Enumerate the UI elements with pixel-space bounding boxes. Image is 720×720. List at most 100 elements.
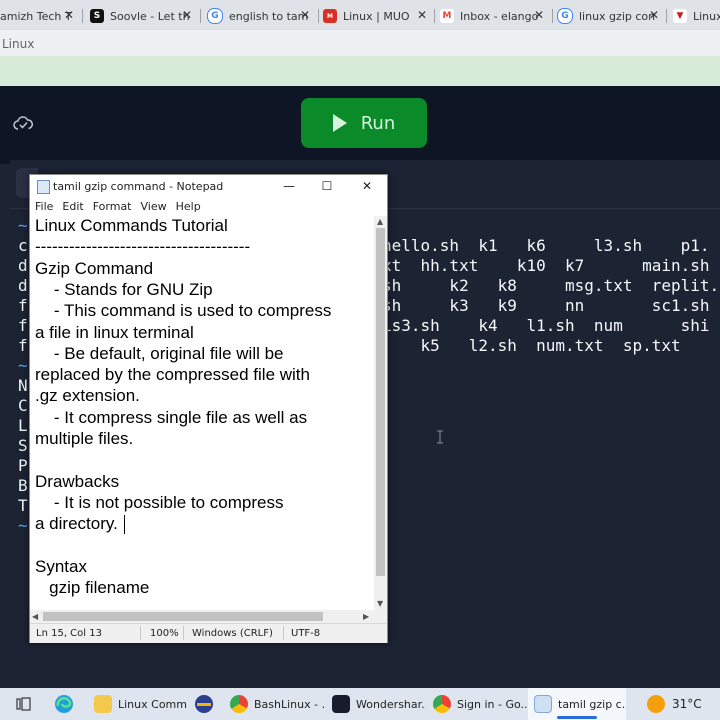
taskbar-item-file-explorer[interactable]: Linux Comm... (86, 688, 188, 720)
shell-line: d (18, 256, 28, 275)
browser-tab[interactable]: amizh Tech T ✕ (0, 4, 78, 28)
scroll-left-icon[interactable]: ◀ (32, 612, 38, 621)
shell-listing-line: k5 l2.sh num.txt sp.txt (382, 336, 681, 355)
minimize-icon: — (283, 179, 295, 193)
text-line: - It compress single file as well as (35, 407, 308, 427)
taskbar-label: Sign in - Go... (457, 697, 527, 711)
taskbar-label: Linux Comm... (118, 697, 188, 711)
taskbar-label: BashLinux - ... (254, 697, 324, 711)
run-label: Run (360, 112, 396, 134)
google-icon: G (557, 8, 573, 24)
menu-bar: File Edit Format View Help (30, 197, 387, 216)
menu-view[interactable]: View (141, 200, 167, 213)
scroll-up-icon[interactable]: ▲ (377, 217, 383, 226)
browser-tab[interactable]: ▼ Linux (673, 4, 720, 28)
line-ending: Windows (CRLF) (192, 628, 273, 639)
taskbar-item-notepad[interactable]: tamil gzip c... (528, 688, 626, 720)
status-bar: Ln 15, Col 13 100% Windows (CRLF) UTF-8 (30, 623, 387, 643)
taskbar-item-chrome-signin[interactable]: Sign in - Go... (427, 688, 527, 720)
taskbar-label: Wondershar... (356, 697, 426, 711)
menu-help[interactable]: Help (176, 200, 201, 213)
text-caret (124, 515, 125, 534)
text-line: gzip filename (35, 578, 150, 598)
tab-title: Inbox - elango (460, 9, 539, 23)
play-icon (332, 114, 347, 132)
vertical-scroll-thumb[interactable] (376, 228, 385, 576)
cloud-check-icon[interactable] (13, 115, 33, 133)
browser-tab[interactable]: M Inbox - elango ✕ (440, 4, 548, 28)
tab-title: Linux (693, 9, 720, 23)
shell-line: B (18, 476, 28, 495)
text-line: a directory. (35, 514, 118, 534)
close-button[interactable]: ✕ (348, 175, 386, 197)
browser-tab[interactable]: G linux gzip con ✕ (557, 4, 663, 28)
browser-tab[interactable]: S Soovle - Let th ✕ (90, 4, 196, 28)
wondershare-icon (332, 695, 350, 713)
edge-icon[interactable] (54, 694, 74, 714)
shell-line: L (18, 416, 28, 435)
text-line: replaced by the compressed file with (35, 365, 310, 385)
text-line: - It is not possible to compress (35, 492, 284, 512)
shell-line: ~ (18, 216, 28, 235)
resize-grip-icon[interactable] (374, 610, 387, 623)
close-icon[interactable]: ✕ (534, 8, 544, 22)
text-line: a file in linux terminal (35, 322, 194, 342)
encoding: UTF-8 (291, 628, 321, 639)
folder-icon (94, 695, 112, 713)
shell-listing-line: xt hh.txt k10 k7 main.sh (382, 256, 710, 275)
notepad-titlebar[interactable]: tamil gzip command - Notepad — ☐ ✕ (30, 175, 387, 197)
minimize-button[interactable]: — (270, 175, 308, 197)
menu-file[interactable]: File (35, 200, 53, 213)
cursor-position: Ln 15, Col 13 (36, 628, 102, 639)
run-button[interactable]: Run (301, 98, 427, 148)
text-editor-area[interactable]: Linux Commands Tutorial ----------------… (30, 216, 374, 610)
browser-tab[interactable]: M Linux | MUO ✕ (323, 4, 431, 28)
vertical-scrollbar[interactable]: ▲ ▼ (374, 216, 387, 610)
shell-line: d (18, 276, 28, 295)
close-icon: ✕ (361, 179, 373, 193)
taskbar-item-wondershare[interactable]: Wondershar... (326, 688, 426, 720)
shell-line: c (18, 236, 28, 255)
text-line: Linux Commands Tutorial (35, 216, 228, 235)
horizontal-scroll-thumb[interactable] (43, 612, 323, 621)
notepad-icon (534, 695, 552, 713)
text-line: - Stands for GNU Zip (35, 279, 213, 299)
sun-weather-icon[interactable] (647, 695, 665, 713)
notepad-window[interactable]: tamil gzip command - Notepad — ☐ ✕ File … (29, 174, 388, 643)
weather-temperature: 31°C (672, 697, 702, 711)
soovle-icon: S (90, 9, 104, 23)
shell-line: P (18, 456, 28, 475)
close-icon[interactable]: ✕ (649, 8, 659, 22)
close-icon[interactable]: ✕ (64, 8, 74, 22)
text-line: -------------------------------------- (35, 237, 251, 257)
shell-line: ~ (18, 516, 28, 535)
task-view-icon[interactable] (16, 696, 32, 712)
google-icon: G (207, 8, 223, 24)
close-icon[interactable]: ✕ (417, 8, 427, 22)
menu-edit[interactable]: Edit (62, 200, 83, 213)
shell-line: f (18, 316, 28, 335)
shell-line: S (18, 436, 28, 455)
chrome-icon (433, 695, 451, 713)
chrome-icon (230, 695, 248, 713)
horizontal-scrollbar[interactable]: ◀ ▶ (30, 610, 374, 623)
shell-listing-line: sh k3 k9 nn sc1.sh (382, 296, 710, 315)
tab-title: english to tam (229, 9, 309, 23)
app-icon[interactable] (194, 694, 214, 714)
address-bar[interactable]: Linux (0, 30, 720, 56)
close-icon[interactable]: ✕ (300, 8, 310, 22)
maximize-button[interactable]: ☐ (308, 175, 346, 197)
browser-tab[interactable]: G english to tam ✕ (207, 4, 314, 28)
tab-title: Linux | MUO (343, 9, 410, 23)
shell-listing-line: is3.sh k4 l1.sh num shi (382, 316, 710, 335)
page-header-band (0, 56, 720, 86)
close-icon[interactable]: ✕ (182, 8, 192, 22)
scroll-right-icon[interactable]: ▶ (363, 612, 369, 621)
text-line: Syntax (35, 556, 87, 576)
text-line: .gz extension. (35, 386, 140, 406)
menu-format[interactable]: Format (93, 200, 132, 213)
scroll-down-icon[interactable]: ▼ (377, 599, 383, 608)
taskbar-item-chrome-bashlinux[interactable]: BashLinux - ... (224, 688, 324, 720)
browser-tab-bar: amizh Tech T ✕ S Soovle - Let th ✕ G eng… (0, 0, 720, 30)
shell-line: f (18, 336, 28, 355)
